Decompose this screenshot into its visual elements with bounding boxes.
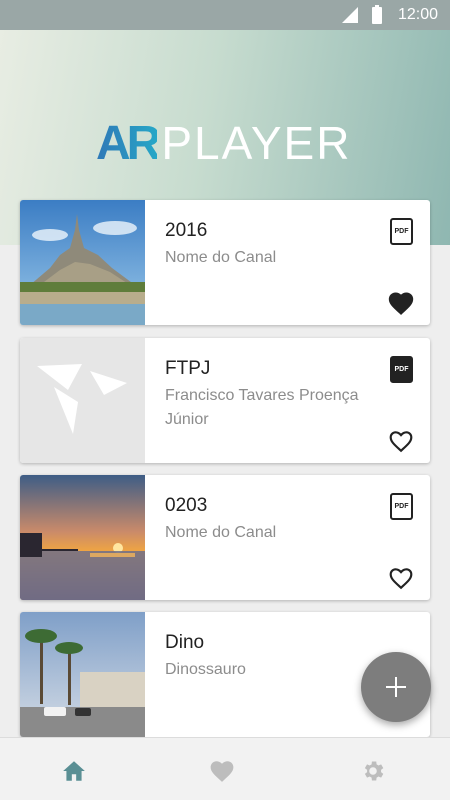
list-item[interactable]: 0203 Nome do Canal PDF (20, 475, 430, 600)
item-title: FTPJ (165, 358, 211, 379)
signal-icon (341, 7, 358, 23)
item-subtitle: Dinossauro (165, 661, 246, 678)
item-subtitle: Nome do Canal (165, 249, 277, 266)
favorite-heart-icon[interactable] (388, 429, 414, 453)
thumbnail-image (20, 475, 145, 600)
pdf-icon[interactable]: PDF (390, 356, 413, 383)
list-item[interactable]: FTPJ Francisco Tavares Proença Júnior PD… (20, 338, 430, 463)
favorite-heart-icon[interactable] (388, 566, 414, 590)
logo-player: PLAYER (161, 117, 352, 169)
heart-icon[interactable] (209, 758, 235, 784)
list-item[interactable]: 2016 Nome do Canal PDF (20, 200, 430, 325)
home-icon[interactable] (61, 758, 87, 784)
thumbnail-image (20, 200, 145, 325)
thumbnail-image (20, 612, 145, 737)
pdf-icon[interactable]: PDF (390, 218, 413, 245)
favorite-heart-icon[interactable] (388, 291, 414, 315)
status-bar: 12:00 (0, 0, 450, 30)
app-logo: AR PLAYER (96, 116, 352, 170)
thumbnail-image (20, 338, 145, 463)
battery-icon (371, 4, 382, 24)
item-title: 2016 (165, 220, 208, 241)
logo-ar: AR (96, 116, 161, 170)
pdf-icon[interactable]: PDF (390, 493, 413, 520)
gear-icon[interactable] (360, 758, 386, 784)
item-title: 0203 (165, 495, 208, 516)
clock: 12:00 (397, 6, 438, 23)
item-subtitle: Francisco Tavares Proença Júnior (165, 387, 359, 428)
bottom-navigation (0, 737, 450, 800)
item-title: Dino (165, 632, 205, 653)
plus-icon (386, 677, 406, 697)
item-subtitle: Nome do Canal (165, 524, 277, 541)
add-button[interactable] (361, 652, 431, 722)
